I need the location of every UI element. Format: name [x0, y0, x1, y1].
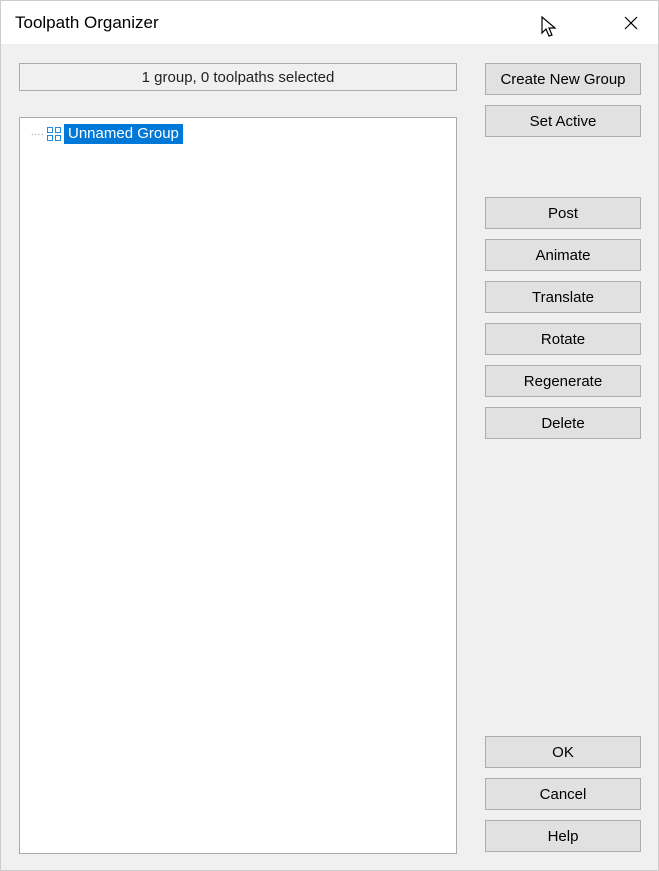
- close-button[interactable]: [608, 4, 654, 42]
- set-active-button[interactable]: Set Active: [485, 105, 641, 137]
- help-button[interactable]: Help: [485, 820, 641, 852]
- tree-item[interactable]: ···· Unnamed Group: [28, 123, 448, 145]
- tree-connector: ····: [28, 129, 44, 140]
- close-icon: [624, 16, 638, 30]
- ok-button[interactable]: OK: [485, 736, 641, 768]
- tree-item-label: Unnamed Group: [64, 124, 183, 144]
- animate-button[interactable]: Animate: [485, 239, 641, 271]
- selection-status: 1 group, 0 toolpaths selected: [19, 63, 457, 91]
- delete-button[interactable]: Delete: [485, 407, 641, 439]
- post-button[interactable]: Post: [485, 197, 641, 229]
- translate-button[interactable]: Translate: [485, 281, 641, 313]
- window-title: Toolpath Organizer: [15, 13, 608, 33]
- group-icon: [47, 127, 61, 141]
- dialog-body: 1 group, 0 toolpaths selected ···· Unnam…: [1, 45, 658, 870]
- titlebar: Toolpath Organizer: [1, 1, 658, 45]
- rotate-button[interactable]: Rotate: [485, 323, 641, 355]
- regenerate-button[interactable]: Regenerate: [485, 365, 641, 397]
- toolpath-tree[interactable]: ···· Unnamed Group: [19, 117, 457, 854]
- cancel-button[interactable]: Cancel: [485, 778, 641, 810]
- create-new-group-button[interactable]: Create New Group: [485, 63, 641, 95]
